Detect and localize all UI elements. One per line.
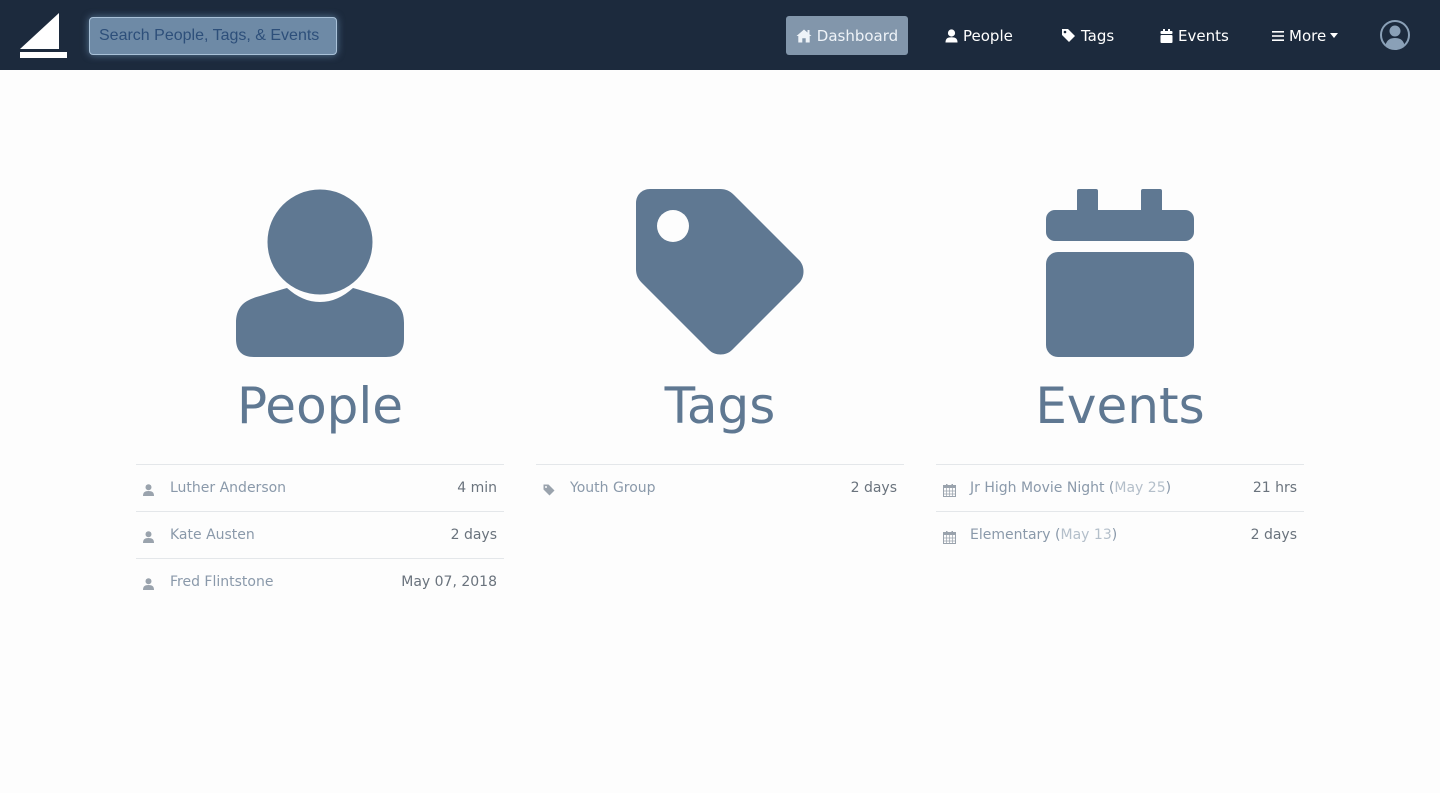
- events-list: Jr High Movie Night (May 25) 21 hrs Elem…: [936, 464, 1304, 559]
- tag-name[interactable]: Youth Group: [570, 465, 656, 512]
- user-avatar-icon[interactable]: [1380, 19, 1410, 51]
- people-large-icon[interactable]: [236, 189, 404, 357]
- list-item[interactable]: Jr High Movie Night (May 25) 21 hrs: [936, 465, 1304, 512]
- updated-time: 2 days: [1250, 527, 1297, 543]
- event-date: May 13: [1060, 527, 1112, 543]
- updated-time: 2 days: [850, 480, 897, 496]
- updated-time: 2 days: [450, 527, 497, 543]
- calendar-icon: [1160, 28, 1173, 43]
- calendar-icon: [943, 531, 956, 544]
- events-title[interactable]: Events: [936, 376, 1304, 436]
- event-name: Elementary: [970, 527, 1051, 543]
- nav-more-label: More: [1289, 26, 1327, 45]
- list-item[interactable]: Luther Anderson 4 min: [136, 465, 504, 512]
- user-icon: [945, 28, 958, 42]
- nav-tags-label: Tags: [1081, 26, 1115, 45]
- nav-dashboard-button[interactable]: Dashboard: [786, 16, 908, 55]
- user-icon: [143, 531, 154, 543]
- calendar-icon: [943, 484, 956, 497]
- list-item[interactable]: Fred Flintstone May 07, 2018: [136, 559, 504, 606]
- event-link[interactable]: Elementary (May 13): [970, 512, 1117, 559]
- updated-time: 21 hrs: [1252, 480, 1297, 496]
- list-item[interactable]: Kate Austen 2 days: [136, 512, 504, 559]
- event-name: Jr High Movie Night: [970, 480, 1105, 496]
- event-date: May 25: [1114, 480, 1166, 496]
- sailboat-logo-icon[interactable]: [18, 12, 68, 58]
- updated-time: May 07, 2018: [401, 574, 497, 590]
- people-list: Luther Anderson 4 min Kate Austen 2 days…: [136, 464, 504, 606]
- nav-more-dropdown[interactable]: More: [1272, 16, 1339, 55]
- tags-title[interactable]: Tags: [536, 376, 904, 436]
- search-input[interactable]: [89, 17, 337, 55]
- nav-people-label: People: [963, 26, 1013, 45]
- tags-list: Youth Group 2 days: [536, 464, 904, 512]
- people-title[interactable]: People: [136, 376, 504, 436]
- list-item[interactable]: Elementary (May 13) 2 days: [936, 512, 1304, 559]
- updated-time: 4 min: [457, 480, 497, 496]
- person-name[interactable]: Luther Anderson: [170, 465, 286, 512]
- person-name[interactable]: Fred Flintstone: [170, 559, 273, 606]
- list-item[interactable]: Youth Group 2 days: [536, 465, 904, 512]
- menu-bars-icon: [1272, 30, 1284, 41]
- tag-icon: [1062, 29, 1075, 42]
- user-icon: [143, 578, 154, 590]
- tag-icon: [543, 484, 555, 496]
- tags-large-icon[interactable]: [636, 189, 804, 357]
- person-name[interactable]: Kate Austen: [170, 512, 255, 559]
- nav-events-label: Events: [1178, 26, 1229, 45]
- user-icon: [143, 484, 154, 496]
- caret-down-icon: [1330, 33, 1339, 38]
- nav-people-link[interactable]: People: [945, 16, 1013, 55]
- event-link[interactable]: Jr High Movie Night (May 25): [970, 465, 1171, 512]
- home-icon: [796, 29, 812, 42]
- nav-events-link[interactable]: Events: [1160, 16, 1229, 55]
- top-navbar: Dashboard People Tags Events More: [0, 0, 1440, 70]
- events-large-icon[interactable]: [1046, 189, 1194, 357]
- nav-dashboard-label: Dashboard: [816, 26, 899, 45]
- nav-tags-link[interactable]: Tags: [1061, 16, 1114, 55]
